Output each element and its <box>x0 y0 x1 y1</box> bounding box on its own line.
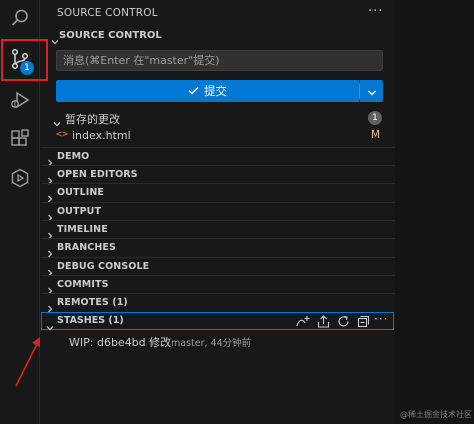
activity-run-debug[interactable] <box>0 82 40 118</box>
panel-commits[interactable]: COMMITS <box>41 276 395 295</box>
panel-remotes[interactable]: REMOTES (1) <box>41 294 395 313</box>
staged-changes-group[interactable]: 暂存的更改 1 <box>41 109 395 127</box>
stashes-more-button[interactable]: ··· <box>374 312 388 326</box>
annotation-arrow <box>15 337 40 387</box>
file-status-modified: M <box>371 129 381 141</box>
stashes-actions <box>295 314 371 328</box>
panel-label: TIMELINE <box>57 224 108 235</box>
panel-label: OUTPUT <box>57 206 102 217</box>
activity-search[interactable] <box>0 0 40 36</box>
check-icon <box>188 84 199 98</box>
panel-label: BRANCHES <box>57 242 116 253</box>
sidebar-more-button[interactable]: ··· <box>368 4 383 19</box>
panel-timeline[interactable]: TIMELINE <box>41 221 395 240</box>
chevron-down-icon <box>51 31 59 50</box>
panel-label: DEBUG CONSOLE <box>57 261 150 272</box>
collapse-all-icon <box>357 315 369 327</box>
panel-output[interactable]: OUTPUT <box>41 203 395 222</box>
editor-area <box>395 0 474 424</box>
search-icon <box>10 8 30 28</box>
cube-play-icon <box>10 168 30 188</box>
extensions-icon <box>10 129 30 149</box>
commit-dropdown-button[interactable] <box>360 80 383 102</box>
stash-apply-button[interactable] <box>315 314 331 328</box>
stash-meta: master, 44分钟前 <box>171 338 252 349</box>
staged-changes-label: 暂存的更改 <box>65 113 120 126</box>
commit-button-label: 提交 <box>204 84 227 98</box>
stash-refresh-button[interactable] <box>335 314 351 328</box>
html-file-icon: <> <box>56 129 69 140</box>
panel-outline[interactable]: OUTLINE <box>41 184 395 203</box>
box-arrow-up-icon <box>317 314 329 328</box>
panel-label: REMOTES (1) <box>57 297 128 308</box>
activity-remote[interactable] <box>0 160 40 196</box>
staged-changes-count-badge: 1 <box>368 111 382 125</box>
stash-title: WIP: d6be4bd 修改 <box>69 336 172 349</box>
run-debug-icon <box>9 90 31 110</box>
stash-collapse-button[interactable] <box>355 314 371 328</box>
refresh-icon <box>337 315 349 326</box>
panel-label: DEMO <box>57 151 90 162</box>
panel-label: OUTLINE <box>57 187 104 198</box>
stash-plus-icon <box>296 315 310 326</box>
stash-create-button[interactable] <box>295 314 311 328</box>
commit-message-input[interactable] <box>56 50 383 71</box>
panel-debug-console[interactable]: DEBUG CONSOLE <box>41 258 395 277</box>
chevron-down-icon <box>367 82 377 101</box>
panel-branches[interactable]: BRANCHES <box>41 239 395 258</box>
activity-extensions[interactable] <box>0 121 40 157</box>
panel-label: OPEN EDITORS <box>57 169 138 180</box>
panel-open-editors[interactable]: OPEN EDITORS <box>41 166 395 185</box>
panel-label: COMMITS <box>57 279 109 290</box>
panel-demo[interactable]: DEMO <box>41 148 395 167</box>
source-control-badge: 1 <box>20 61 34 75</box>
stashes-label: STASHES (1) <box>57 315 124 326</box>
file-name: index.html <box>72 129 131 142</box>
source-control-section-header[interactable]: SOURCE CONTROL <box>41 29 395 45</box>
stash-list-item[interactable]: WIP: d6be4bd 修改 master, 44分钟前 <box>41 332 395 350</box>
commit-button[interactable]: 提交 <box>56 80 359 102</box>
watermark: @稀土掘金技术社区 <box>400 410 472 419</box>
staged-file-item[interactable]: <> index.html M <box>41 127 395 145</box>
sidebar-title: SOURCE CONTROL <box>57 7 158 19</box>
source-control-section-label: SOURCE CONTROL <box>59 30 162 41</box>
panel-stashes[interactable]: STASHES (1) ··· <box>41 312 394 331</box>
